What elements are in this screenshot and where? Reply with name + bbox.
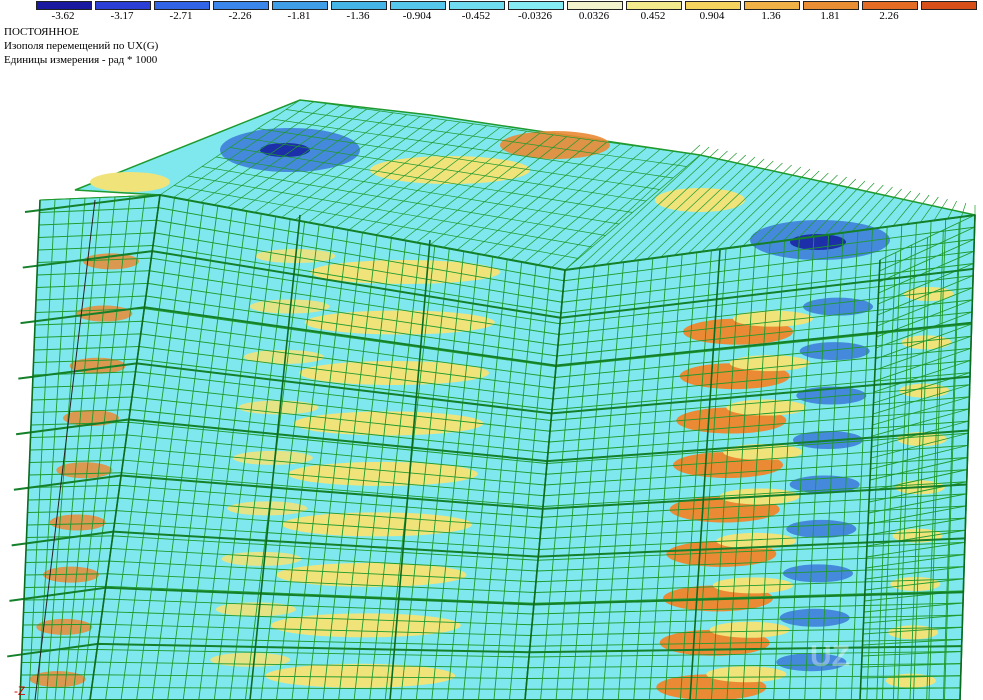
- legend-swatch: [862, 1, 918, 10]
- legend-tick-label: 2.26: [879, 10, 899, 22]
- legend-tick-label: 1.81: [820, 10, 840, 22]
- result-info-panel: ПОСТОЯННОЕ Изополя перемещений по UX(G) …: [4, 25, 158, 67]
- legend-tick-label: -2.71: [169, 10, 193, 22]
- legend-swatch: [921, 1, 977, 10]
- legend-swatch: [449, 1, 505, 10]
- legend-tick-label: 1.36: [761, 10, 781, 22]
- legend-tick-label: -3.62: [51, 10, 75, 22]
- slab-yellow-band: [304, 310, 495, 335]
- slab-blue-band: [783, 564, 853, 583]
- units-label: Единицы измерения - рад * 1000: [4, 54, 158, 66]
- roof-yellow-patch: [655, 188, 745, 212]
- legend-swatch: [508, 1, 564, 10]
- slab-blue-band: [786, 519, 857, 538]
- legend-swatch: [95, 1, 151, 10]
- watermark-text: UZ: [810, 640, 850, 673]
- slab-yellow-band: [270, 613, 461, 638]
- legend-swatch: [272, 1, 328, 10]
- legend-tick-label: 0.0326: [578, 10, 610, 22]
- legend-tick-label: -3.17: [110, 10, 134, 22]
- legend-swatch: [154, 1, 210, 10]
- legend-swatch: [744, 1, 800, 10]
- legend-tick-label: -1.36: [346, 10, 370, 22]
- legend-tick-label: -0.0326: [518, 10, 552, 22]
- legend-swatch: [390, 1, 446, 10]
- legend-tick-label: -0.452: [461, 10, 491, 22]
- legend-tick-label: -1.81: [287, 10, 311, 22]
- color-scale-legend: -3.62 -3.17 -2.71 -2.26 -1.81 -1.36 -0.904 -0.4…: [0, 0, 983, 24]
- legend-swatch: [685, 1, 741, 10]
- slab-blue-band: [799, 342, 870, 361]
- legend-tick-label: -0.904: [402, 10, 432, 22]
- legend-swatch: [803, 1, 859, 10]
- legend-swatch: [567, 1, 623, 10]
- fe-model-viewport[interactable]: [0, 0, 983, 700]
- slab-yellow-band: [729, 355, 810, 372]
- wing-mesh-line: [22, 636, 99, 638]
- axis-z-label: -Z: [14, 684, 26, 698]
- slab-yellow-band: [221, 551, 302, 566]
- roof-yellow-patch: [90, 172, 170, 192]
- isofield-title: Изополя перемещений по UX(G): [4, 40, 159, 52]
- load-case-name: ПОСТОЯННОЕ: [4, 26, 79, 38]
- slab-orange-tip: [49, 514, 106, 531]
- legend-tick-label: 0.904: [699, 10, 725, 22]
- legend-swatch: [36, 1, 92, 10]
- legend-tick-label: 0.452: [640, 10, 666, 22]
- legend-swatch: [331, 1, 387, 10]
- slab-orange-tip: [76, 305, 133, 322]
- legend-swatch: [213, 1, 269, 10]
- slab-yellow-band: [276, 562, 467, 587]
- legend-swatch: [626, 1, 682, 10]
- legend-tick-label: -2.26: [228, 10, 252, 22]
